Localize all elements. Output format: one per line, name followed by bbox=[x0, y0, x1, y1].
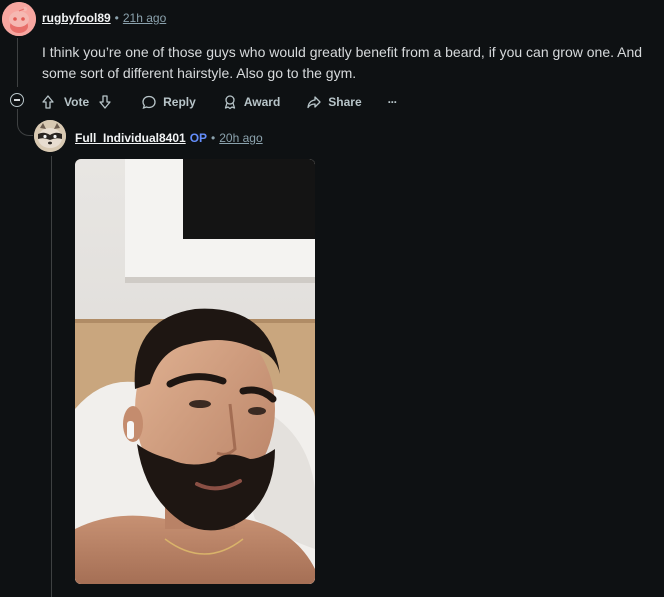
upvote-arrow-icon[interactable] bbox=[40, 94, 56, 110]
comment-action-bar: Vote Reply Award Share ··· bbox=[40, 92, 423, 112]
raccoon-avatar-icon bbox=[34, 120, 66, 152]
vote-group: Vote bbox=[40, 94, 113, 110]
comment-username[interactable]: rugbyfool89 bbox=[42, 11, 111, 25]
reply-username[interactable]: Full_Individual8401 bbox=[75, 131, 186, 145]
reply-meta: Full_Individual8401 OP • 20h ago bbox=[75, 131, 263, 145]
user-avatar[interactable] bbox=[2, 2, 36, 36]
collapse-thread-button[interactable] bbox=[10, 93, 24, 107]
reply-label: Reply bbox=[163, 95, 196, 109]
thread-line[interactable] bbox=[17, 38, 18, 87]
more-options-button[interactable]: ··· bbox=[387, 95, 398, 109]
reply-user-avatar[interactable] bbox=[34, 120, 66, 152]
share-label: Share bbox=[328, 95, 362, 109]
share-button[interactable]: Share bbox=[306, 94, 362, 110]
snoo-avatar-icon bbox=[2, 2, 36, 36]
meta-separator: • bbox=[114, 11, 119, 25]
comment-thread: rugbyfool89 • 21h ago I think you’re one o… bbox=[0, 0, 664, 597]
more-label: ··· bbox=[387, 95, 398, 109]
award-button[interactable]: Award bbox=[222, 94, 280, 110]
thread-connector bbox=[17, 116, 33, 136]
op-badge: OP bbox=[189, 131, 208, 145]
reply-image[interactable] bbox=[75, 159, 315, 584]
reply-button[interactable]: Reply bbox=[141, 94, 196, 110]
award-label: Award bbox=[243, 95, 281, 109]
comment-meta: rugbyfool89 • 21h ago bbox=[42, 11, 166, 25]
minus-icon bbox=[14, 99, 20, 101]
downvote-arrow-icon[interactable] bbox=[97, 94, 113, 110]
share-arrow-icon bbox=[307, 96, 321, 109]
reply-timestamp[interactable]: 20h ago bbox=[219, 131, 262, 145]
selfie-photo bbox=[75, 159, 315, 584]
meta-separator: • bbox=[211, 131, 216, 145]
award-ribbon-icon bbox=[224, 95, 235, 110]
comment-body: I think you’re one of those guys who wou… bbox=[42, 44, 643, 81]
reply-thread-line[interactable] bbox=[51, 156, 52, 597]
speech-bubble-icon bbox=[142, 95, 156, 110]
vote-label: Vote bbox=[64, 95, 90, 109]
comment-timestamp[interactable]: 21h ago bbox=[123, 11, 166, 25]
